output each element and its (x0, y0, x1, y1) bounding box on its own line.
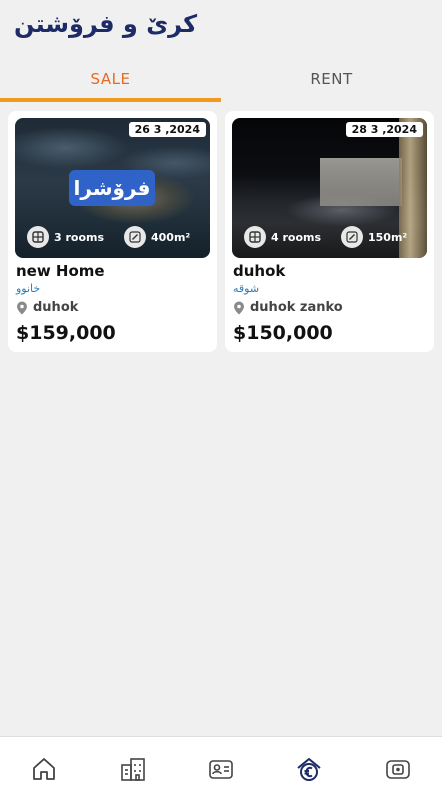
nav-profile-card[interactable] (199, 747, 243, 791)
page-title: کرێ و فرۆشتن (14, 10, 198, 38)
listing-title: duhok (233, 262, 286, 280)
listing-photo: 28 3 ,2024 4 rooms 150m² (232, 118, 427, 258)
rooms-stat: 4 rooms (244, 226, 321, 248)
listing-title: new Home (16, 262, 105, 280)
listing-price: $150,000 (233, 322, 333, 344)
listing-grid: 26 3 ,2024 فرۆشرا 3 rooms 400m² new Home… (8, 111, 434, 352)
sold-badge: فرۆشرا (69, 170, 155, 206)
euro-house-icon (297, 758, 321, 781)
rooms-icon (244, 226, 266, 248)
listing-card[interactable]: 28 3 ,2024 4 rooms 150m² duhok شوقە duho… (225, 111, 434, 352)
rooms-icon (27, 226, 49, 248)
listing-type: خانوو (16, 282, 41, 295)
location-text: duhok zanko (250, 300, 343, 315)
listing-price: $159,000 (16, 322, 116, 344)
tab-sale[interactable]: SALE (0, 62, 221, 104)
listing-type: شوقە (233, 282, 260, 295)
area-icon (124, 226, 146, 248)
area-stat: 400m² (124, 226, 190, 248)
id-card-icon (209, 760, 233, 779)
location-pin-icon (17, 301, 27, 314)
location-text: duhok (33, 300, 79, 315)
app-header: کرێ و فرۆشتن (0, 0, 442, 56)
area-value: 150m² (368, 230, 408, 244)
date-badge: 28 3 ,2024 (345, 122, 423, 137)
listing-location: duhok zanko (233, 300, 343, 315)
date-badge: 26 3 ,2024 (128, 122, 206, 137)
photo-building (320, 158, 402, 206)
location-pin-icon (234, 301, 244, 314)
nav-home[interactable] (22, 747, 66, 791)
rooms-count: 3 rooms (54, 230, 105, 244)
rooms-stat: 3 rooms (27, 226, 104, 248)
tab-rent[interactable]: RENT (221, 62, 442, 104)
home-icon (33, 758, 56, 780)
area-value: 400m² (151, 230, 191, 244)
listing-photo: 26 3 ,2024 فرۆشرا 3 rooms 400m² (15, 118, 210, 258)
wallet-icon (385, 760, 410, 779)
area-stat: 150m² (341, 226, 407, 248)
buildings-icon (120, 758, 145, 781)
listing-location: duhok (16, 300, 78, 315)
nav-buildings[interactable] (111, 747, 155, 791)
rooms-count: 4 rooms (271, 230, 322, 244)
tab-bar: SALE RENT (0, 62, 442, 104)
area-icon (341, 226, 363, 248)
nav-wallet[interactable] (376, 747, 420, 791)
bottom-nav (0, 736, 442, 801)
listing-card[interactable]: 26 3 ,2024 فرۆشرا 3 rooms 400m² new Home… (8, 111, 217, 352)
nav-sale-rent[interactable] (287, 747, 331, 791)
